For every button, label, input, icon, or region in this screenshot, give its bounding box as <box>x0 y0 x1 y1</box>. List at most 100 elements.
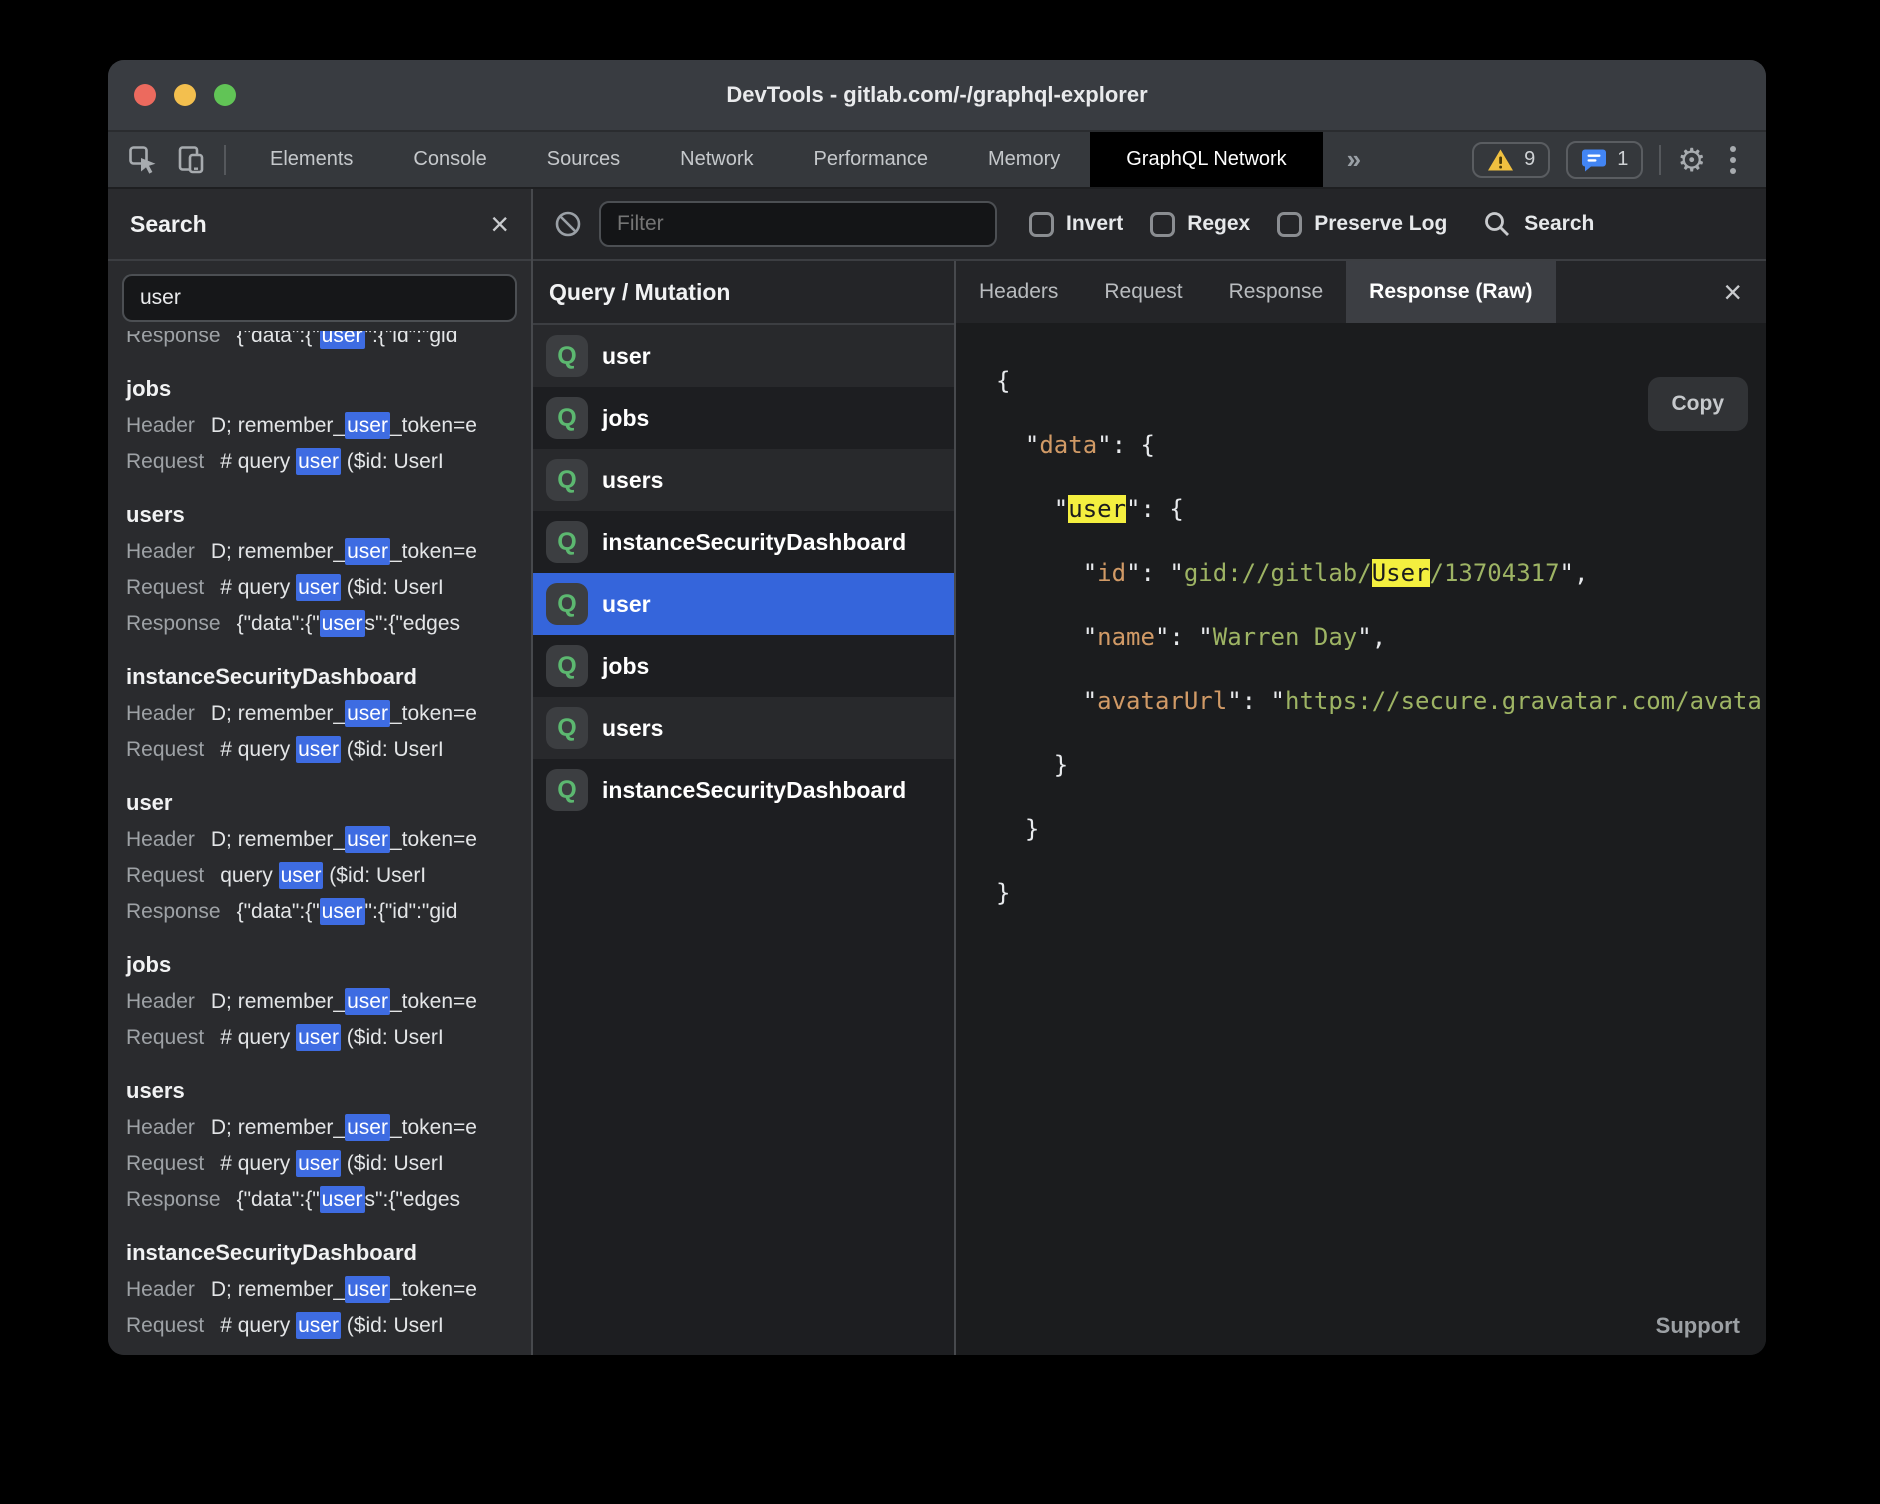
tab-graphql-network[interactable]: GraphQL Network <box>1090 132 1322 187</box>
search-input[interactable] <box>122 274 517 322</box>
result-line[interactable]: Request# query user ($id: UserI <box>126 1308 531 1344</box>
query-row-instancesecuritydashboard[interactable]: QinstanceSecurityDashboard <box>533 759 954 821</box>
warning-icon <box>1487 148 1514 172</box>
result-line[interactable]: HeaderD; remember_user_token=e <box>126 1272 531 1308</box>
json-token: ": { <box>1126 495 1184 523</box>
result-line-label: Response <box>126 612 221 635</box>
result-text: # query <box>220 1152 296 1175</box>
close-window-button[interactable] <box>134 84 156 106</box>
result-line[interactable]: HeaderD; remember_user_token=e <box>126 534 531 570</box>
json-token: } <box>996 879 1010 907</box>
search-toggle-label: Search <box>1524 212 1594 236</box>
query-row-jobs[interactable]: Qjobs <box>533 635 954 697</box>
tab-network[interactable]: Network <box>650 132 783 187</box>
support-link[interactable]: Support <box>1656 1313 1740 1339</box>
minimize-window-button[interactable] <box>174 84 196 106</box>
copy-button[interactable]: Copy <box>1648 377 1749 431</box>
query-row-jobs[interactable]: Qjobs <box>533 387 954 449</box>
close-search-icon[interactable]: × <box>490 208 509 240</box>
result-line[interactable]: Request# query user ($id: UserI <box>126 1146 531 1182</box>
tab-performance[interactable]: Performance <box>784 132 959 187</box>
json-viewer: { "data": { "user": { "id": "gid://gitla… <box>996 349 1766 925</box>
result-section-title[interactable]: jobs <box>126 946 531 984</box>
checkbox-regex[interactable]: Regex <box>1150 212 1250 237</box>
result-text: D; remember_ <box>211 540 345 563</box>
json-token: ": " <box>1155 623 1213 651</box>
json-token: id <box>1097 559 1126 587</box>
result-line[interactable]: Requestquery user ($id: UserI <box>126 858 531 894</box>
close-detail-icon[interactable]: × <box>1723 276 1742 308</box>
search-toggle[interactable]: Search <box>1482 209 1594 239</box>
search-match-highlight: user <box>345 700 390 727</box>
result-text: D; remember_ <box>211 702 345 725</box>
filter-input[interactable] <box>599 201 997 247</box>
result-section-title[interactable]: instanceSecurityDashboard <box>126 658 531 696</box>
tab-headers[interactable]: Headers <box>956 261 1081 323</box>
device-toolbar-icon[interactable] <box>176 145 206 175</box>
settings-gear-icon[interactable]: ⚙ <box>1677 144 1706 176</box>
result-line[interactable]: Response{"data":{"user":{"id":"gid <box>126 894 531 930</box>
detail-tabs: HeadersRequestResponseResponse (Raw) × <box>956 261 1766 323</box>
tab-response[interactable]: Response <box>1206 261 1347 323</box>
search-match-highlight: user <box>296 736 341 763</box>
result-line[interactable]: Request# query user ($id: UserI <box>126 444 531 480</box>
query-row-user[interactable]: Quser <box>533 325 954 387</box>
query-row-user[interactable]: Quser <box>533 573 954 635</box>
tab-elements[interactable]: Elements <box>240 132 383 187</box>
messages-badge[interactable]: 1 <box>1566 141 1643 179</box>
query-list: QuserQjobsQusersQinstanceSecurityDashboa… <box>533 325 954 1355</box>
result-section-title[interactable]: user <box>126 784 531 822</box>
json-token: avatarUrl <box>1097 687 1227 715</box>
result-text: {"data":{" <box>237 900 320 923</box>
checkbox-invert[interactable]: Invert <box>1029 212 1123 237</box>
json-token: /13704317 <box>1430 559 1560 587</box>
tab-request[interactable]: Request <box>1081 261 1205 323</box>
result-line[interactable]: Response{"data":{"users":{"edges <box>126 1182 531 1218</box>
result-line[interactable]: HeaderD; remember_user_token=e <box>126 408 531 444</box>
chat-icon <box>1581 147 1607 173</box>
query-row-users[interactable]: Qusers <box>533 697 954 759</box>
result-line[interactable]: Request# query user ($id: UserI <box>126 732 531 768</box>
inspect-element-icon[interactable] <box>128 145 158 175</box>
result-line[interactable]: HeaderD; remember_user_token=e <box>126 1110 531 1146</box>
json-token: data <box>1039 431 1097 459</box>
result-line[interactable]: Request# query user ($id: UserI <box>126 1020 531 1056</box>
search-input-wrap <box>108 261 531 331</box>
kebab-menu-icon[interactable] <box>1722 142 1744 178</box>
tab-sources[interactable]: Sources <box>517 132 650 187</box>
search-result-section: jobsHeaderD; remember_user_token=eReques… <box>126 946 531 1056</box>
search-result-section: instanceSecurityDashboardHeaderD; rememb… <box>126 658 531 768</box>
search-match-highlight: user <box>320 1186 365 1213</box>
network-area: InvertRegexPreserve Log Search Query / M… <box>533 189 1766 1355</box>
warnings-badge[interactable]: 9 <box>1472 142 1550 178</box>
search-match-highlight: User <box>1372 559 1430 587</box>
result-section-title[interactable]: users <box>126 1072 531 1110</box>
query-type-badge: Q <box>546 521 588 563</box>
query-row-instancesecuritydashboard[interactable]: QinstanceSecurityDashboard <box>533 511 954 573</box>
json-token: https://secure.gravatar.com/avatar <box>1285 687 1766 715</box>
query-row-users[interactable]: Qusers <box>533 449 954 511</box>
tab-console[interactable]: Console <box>383 132 516 187</box>
response-raw-content: { "data": { "user": { "id": "gid://gitla… <box>956 323 1766 1355</box>
json-line: "name": "Warren Day", <box>996 605 1766 669</box>
result-line[interactable]: Response{"data":{"user":{"id":"gid <box>126 331 531 354</box>
result-line[interactable]: Request# query user ($id: UserI <box>126 570 531 606</box>
result-section-title[interactable]: users <box>126 496 531 534</box>
request-detail-panel: HeadersRequestResponseResponse (Raw) × {… <box>956 261 1766 1355</box>
zoom-window-button[interactable] <box>214 84 236 106</box>
result-line[interactable]: HeaderD; remember_user_token=e <box>126 696 531 732</box>
result-text: {"data":{" <box>237 612 320 635</box>
checkbox-preserve-log[interactable]: Preserve Log <box>1277 212 1447 237</box>
result-section-title[interactable]: jobs <box>126 370 531 408</box>
messages-count: 1 <box>1617 148 1628 171</box>
query-row-label: instanceSecurityDashboard <box>602 777 906 804</box>
tab-response-raw[interactable]: Response (Raw) <box>1346 261 1555 323</box>
result-section-title[interactable]: instanceSecurityDashboard <box>126 1234 531 1272</box>
result-line-label: Header <box>126 414 195 437</box>
result-line[interactable]: HeaderD; remember_user_token=e <box>126 984 531 1020</box>
result-line[interactable]: Response{"data":{"users":{"edges <box>126 606 531 642</box>
clear-requests-icon[interactable] <box>553 209 583 239</box>
more-tabs-chevron-icon[interactable]: » <box>1323 132 1385 187</box>
result-line[interactable]: HeaderD; remember_user_token=e <box>126 822 531 858</box>
tab-memory[interactable]: Memory <box>958 132 1090 187</box>
